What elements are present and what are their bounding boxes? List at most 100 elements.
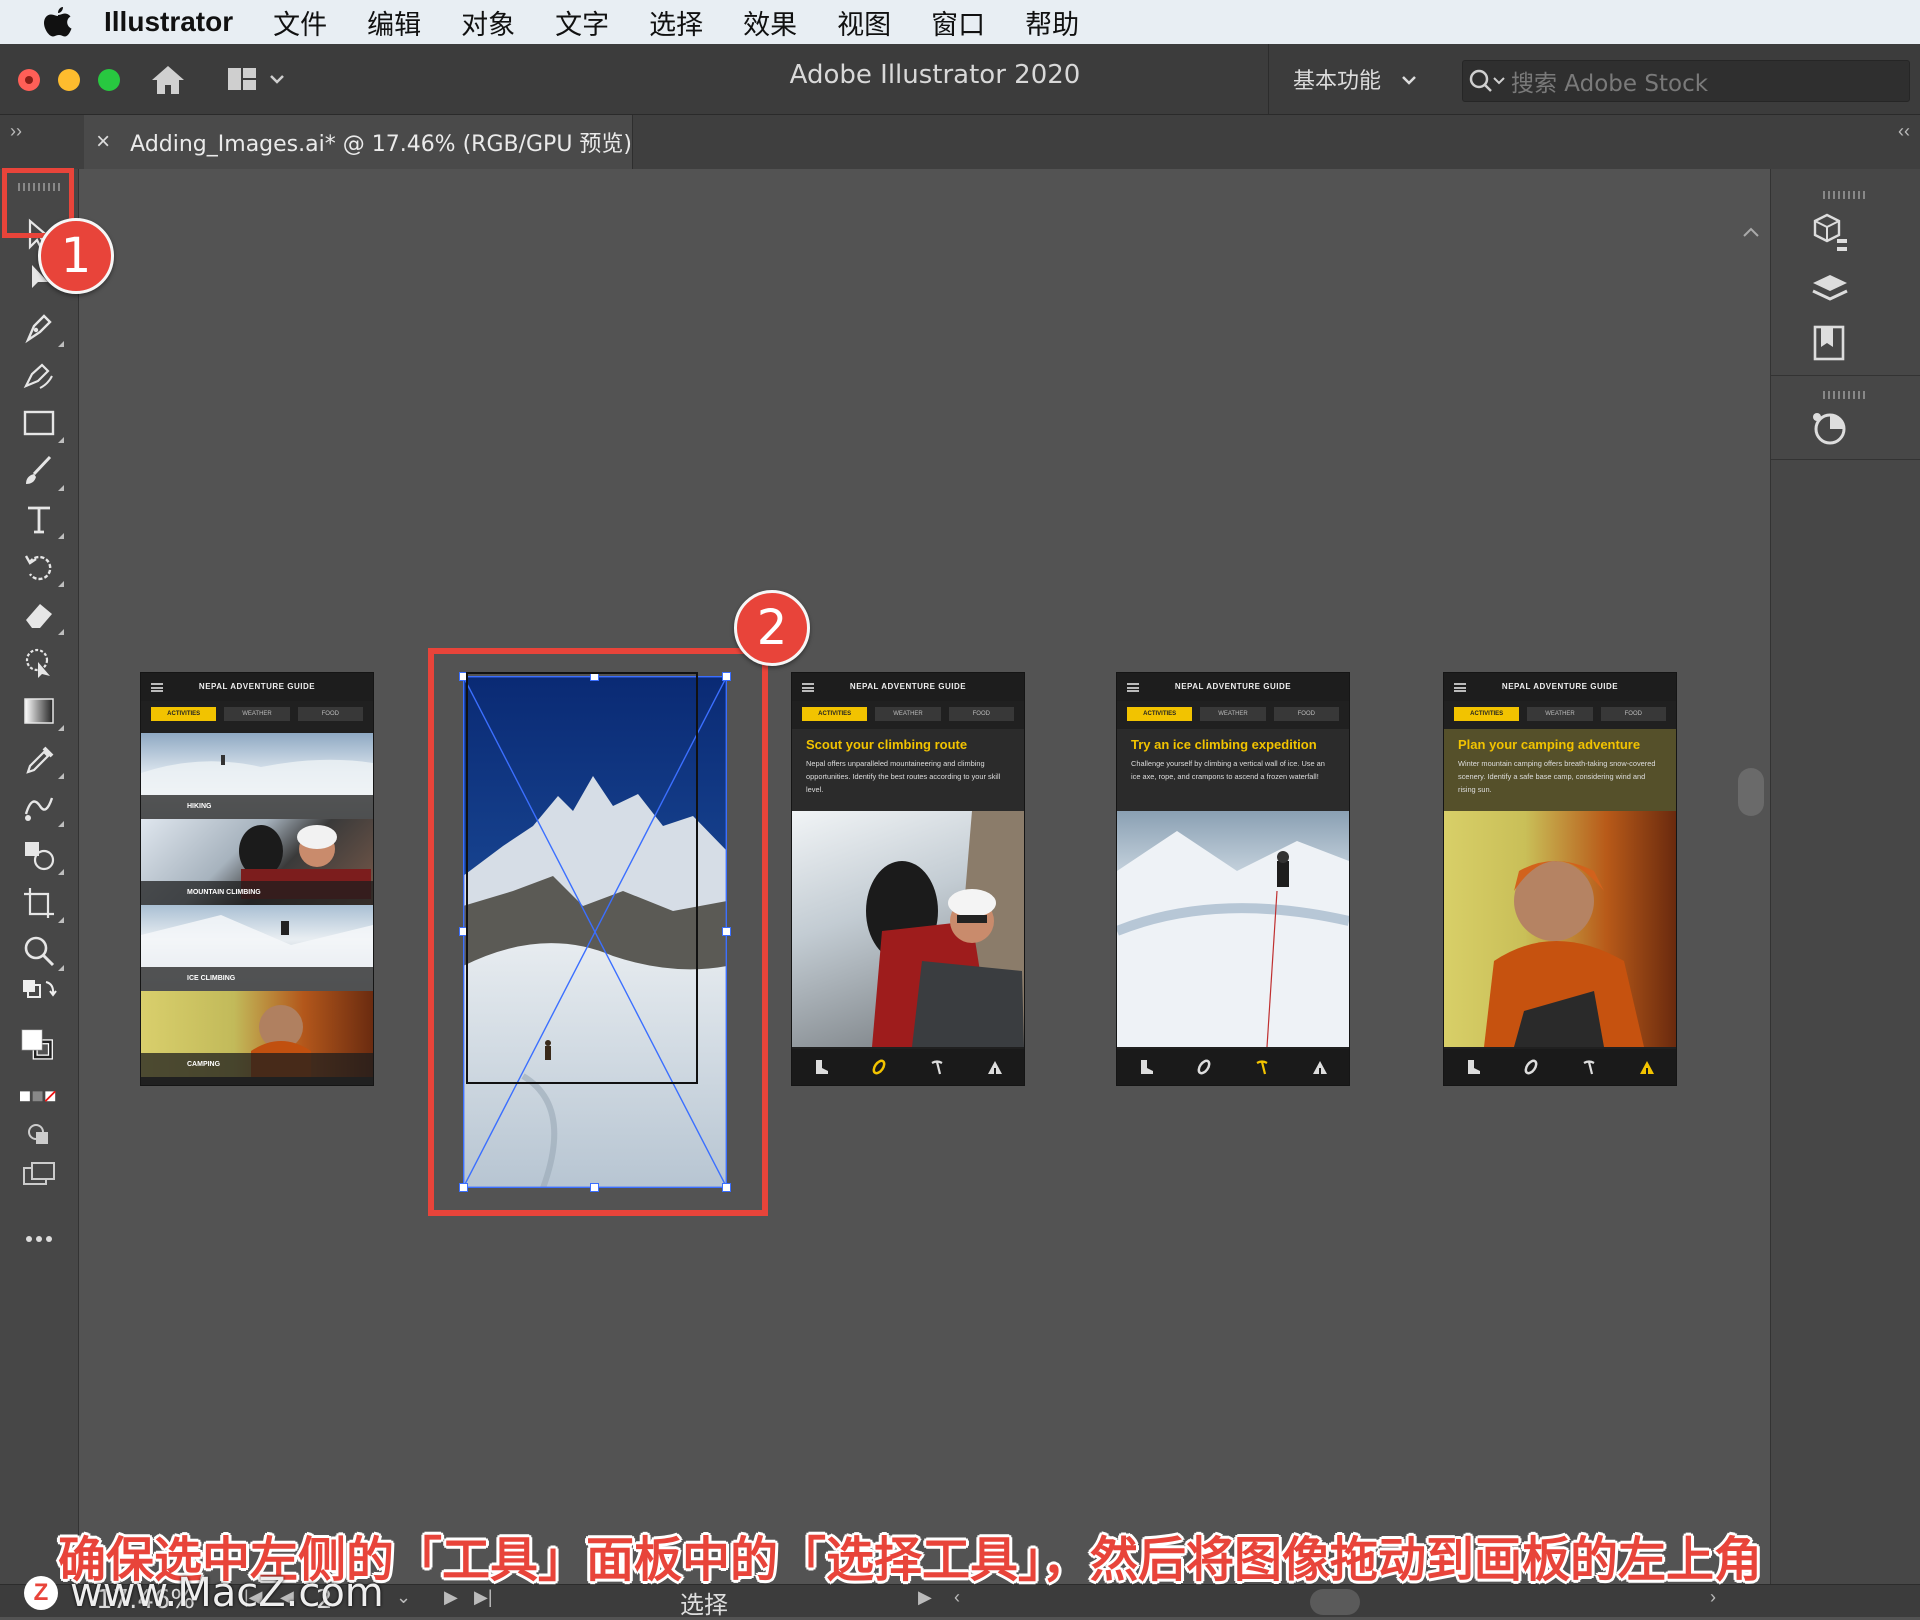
eraser-tool[interactable] — [12, 593, 66, 637]
zoom-tool[interactable] — [12, 929, 66, 973]
scrollbar-thumb[interactable] — [1738, 768, 1764, 816]
gradient-tool[interactable] — [12, 689, 66, 733]
libraries-panel-icon[interactable] — [1807, 321, 1853, 367]
pen-icon — [25, 314, 52, 344]
menu-app-name[interactable]: Illustrator — [104, 6, 233, 38]
window-zoom-button[interactable] — [98, 69, 120, 91]
boot-icon — [813, 1059, 829, 1075]
tent-icon — [987, 1059, 1003, 1075]
artboard-header: NEPAL ADVENTURE GUIDE — [1174, 682, 1292, 691]
zoom-icon — [24, 936, 55, 967]
status-menu-icon[interactable]: ▶ — [918, 1587, 932, 1608]
curvature-tool[interactable] — [12, 353, 66, 397]
pen-tool[interactable] — [12, 305, 66, 349]
artboard-tool[interactable] — [12, 881, 66, 925]
artboard-activities-list[interactable]: NEPAL ADVENTURE GUIDE ACTIVITIES WEATHER… — [140, 672, 374, 1086]
camper-photo — [1444, 811, 1676, 1047]
collapse-panels-icon[interactable]: ‹‹ — [1898, 121, 1910, 142]
menu-window[interactable]: 窗口 — [931, 3, 985, 42]
tab-weather: WEATHER — [1200, 707, 1266, 721]
ice-axe-icon — [1581, 1059, 1597, 1075]
tab-activities: ACTIVITIES — [151, 707, 217, 721]
canvas-vertical-scrollbar[interactable] — [1734, 216, 1768, 1616]
menu-file[interactable]: 文件 — [273, 3, 327, 42]
tools-panel — [0, 169, 79, 1616]
shape-builder-icon — [25, 842, 55, 871]
color-guide-panel-icon[interactable] — [1807, 405, 1853, 451]
menu-object[interactable]: 对象 — [461, 3, 515, 42]
menu-view[interactable]: 视图 — [837, 3, 891, 42]
puppet-warp-tool[interactable] — [12, 641, 66, 685]
ice-climber-photo — [1117, 811, 1349, 1048]
list-item-label: MOUNTAIN CLIMBING — [141, 881, 373, 905]
layers-panel-icon[interactable] — [1807, 267, 1853, 313]
menu-edit[interactable]: 编辑 — [367, 3, 421, 42]
drawing-mode-button[interactable] — [12, 1117, 66, 1153]
tab-food: FOOD — [948, 707, 1014, 721]
tent-icon — [1639, 1059, 1655, 1075]
menu-type[interactable]: 文字 — [555, 3, 609, 42]
close-tab-icon[interactable]: × — [88, 128, 118, 156]
eyedropper-tool[interactable] — [12, 737, 66, 781]
tab-food: FOOD — [1600, 707, 1666, 721]
screen-mode-icon — [23, 1162, 55, 1185]
tab-food: FOOD — [1273, 707, 1339, 721]
edit-toolbar-button[interactable] — [12, 1221, 66, 1257]
apple-icon[interactable] — [38, 2, 78, 42]
tab-activities: ACTIVITIES — [1127, 707, 1193, 721]
horizontal-scrollbar-thumb[interactable] — [1310, 1589, 1360, 1615]
boot-icon — [1465, 1059, 1481, 1075]
default-fill-stroke-icon — [23, 980, 57, 998]
next-artboard-icon[interactable]: ▶ — [444, 1587, 458, 1608]
tab-activities: ACTIVITIES — [802, 707, 868, 721]
scroll-left-icon[interactable]: ‹ — [954, 1587, 960, 1608]
paintbrush-tool[interactable] — [12, 449, 66, 493]
last-artboard-icon[interactable]: ▶| — [474, 1587, 493, 1608]
menu-help[interactable]: 帮助 — [1025, 3, 1079, 42]
artboard-dropdown-icon[interactable]: ⌄ — [396, 1587, 411, 1608]
artboard-ice-climbing[interactable]: NEPAL ADVENTURE GUIDE ACTIVITIES WEATHER… — [1116, 672, 1350, 1086]
menu-select[interactable]: 选择 — [649, 3, 703, 42]
dock-grip-2[interactable] — [1823, 391, 1865, 399]
scroll-right-icon[interactable]: › — [1710, 1587, 1716, 1608]
tab-activities: ACTIVITIES — [1454, 707, 1520, 721]
ice-axe-icon — [1254, 1059, 1270, 1075]
workspace-label: 基本功能 — [1293, 69, 1382, 94]
artboard-camping[interactable]: NEPAL ADVENTURE GUIDE ACTIVITIES WEATHER… — [1443, 672, 1677, 1086]
rotate-tool[interactable] — [12, 545, 66, 589]
puppet-warp-icon — [25, 648, 50, 678]
window-close-button[interactable] — [18, 69, 40, 91]
menu-effect[interactable]: 效果 — [743, 3, 797, 42]
eyedropper-icon — [26, 746, 54, 774]
list-item: CAMPING — [141, 991, 373, 1077]
properties-panel-icon[interactable] — [1807, 211, 1853, 257]
carabiner-icon — [871, 1059, 887, 1075]
title-bar: Adobe Illustrator 2020 基本功能 搜索 Adobe Sto… — [0, 44, 1920, 115]
fill-stroke-swatches[interactable] — [12, 1015, 66, 1075]
color-mode-buttons[interactable] — [12, 1081, 66, 1113]
type-tool[interactable] — [12, 497, 66, 541]
adobe-stock-search-input[interactable]: 搜索 Adobe Stock — [1462, 60, 1910, 102]
expand-panels-icon[interactable]: ›› — [10, 121, 22, 142]
home-icon[interactable] — [148, 60, 188, 100]
swap-fill-stroke[interactable] — [12, 975, 66, 1011]
list-item: MOUNTAIN CLIMBING — [141, 819, 373, 905]
carabiner-icon — [1196, 1059, 1212, 1075]
rectangle-tool[interactable] — [12, 401, 66, 445]
workspace-switcher[interactable]: 基本功能 — [1268, 44, 1458, 114]
document-tab[interactable]: × Adding_Images.ai* @ 17.46% (RGB/GPU 预览… — [84, 115, 633, 169]
boot-icon — [1138, 1059, 1154, 1075]
screen-mode-button[interactable] — [12, 1159, 66, 1195]
eraser-icon — [26, 604, 52, 628]
blend-tool[interactable] — [12, 785, 66, 829]
arrange-documents-button[interactable] — [226, 62, 296, 98]
tab-food: FOOD — [297, 707, 363, 721]
type-icon — [28, 506, 50, 534]
current-tool-status: 选择 — [680, 1591, 728, 1619]
artboard-climbing-route[interactable]: NEPAL ADVENTURE GUIDE ACTIVITIES WEATHER… — [791, 672, 1025, 1086]
shape-builder-tool[interactable] — [12, 833, 66, 877]
window-minimize-button[interactable] — [58, 69, 80, 91]
mac-menubar: Illustrator 文件 编辑 对象 文字 选择 效果 视图 窗口 帮助 — [0, 0, 1920, 44]
list-item: ICE CLIMBING — [141, 905, 373, 991]
dock-grip[interactable] — [1823, 191, 1865, 199]
